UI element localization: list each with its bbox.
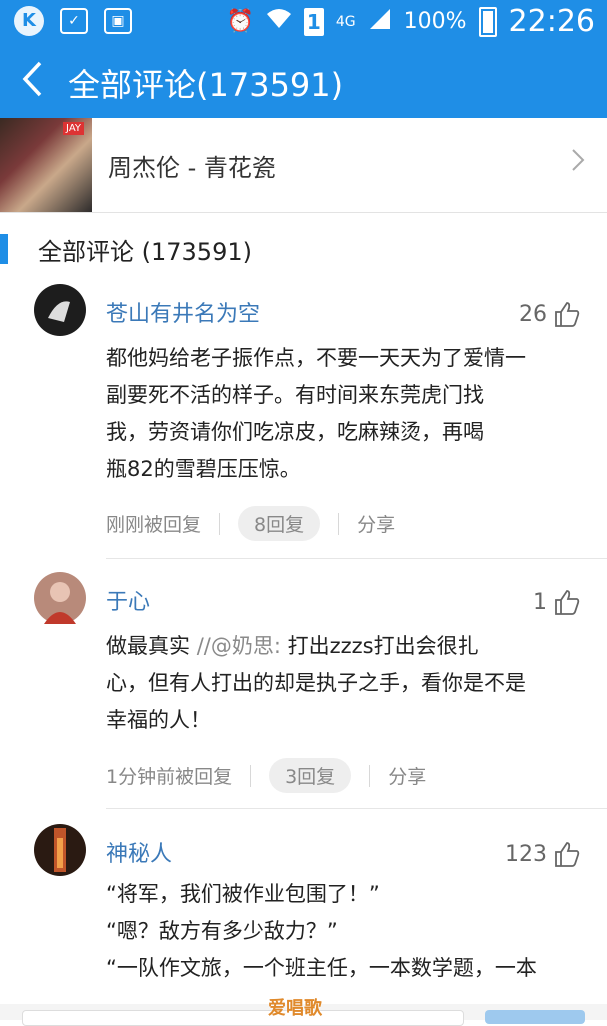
like-button[interactable]: 26 bbox=[519, 300, 581, 328]
like-count: 1 bbox=[533, 589, 547, 615]
comment-text: 做最真实 //@奶思: 打出zzzs打出会很扎 心，但有人打出的却是执子之手，看… bbox=[106, 628, 576, 739]
divider bbox=[106, 808, 607, 809]
album-cover: JAY bbox=[0, 118, 92, 212]
comment-meta: 刚刚被回复 8回复 分享 bbox=[106, 506, 395, 541]
comment-line: 做最真实 //@奶思: 打出zzzs打出会很扎 bbox=[106, 628, 576, 665]
divider bbox=[106, 558, 607, 559]
comment-prefix: 做最真实 bbox=[106, 634, 197, 658]
replies-button[interactable]: 8回复 bbox=[238, 506, 321, 541]
comment-line: 瓶82的雪碧压压惊。 bbox=[106, 457, 301, 481]
comment-line: “一队作文旅，一个班主任，一本数学题，一本 bbox=[106, 956, 537, 980]
avatar[interactable] bbox=[34, 824, 86, 876]
like-count: 123 bbox=[505, 841, 547, 867]
comment-line: 幸福的人！ bbox=[106, 708, 211, 732]
avatar[interactable] bbox=[34, 284, 86, 336]
sim-indicator: 1 bbox=[303, 7, 324, 36]
network-type: 4G bbox=[335, 13, 356, 30]
divider bbox=[250, 764, 252, 787]
watermark: 爱唱歌 bbox=[268, 998, 322, 1019]
cover-tag: JAY bbox=[63, 122, 84, 135]
alarm-icon: ⏰ bbox=[226, 9, 254, 34]
app-bar: 全部评论(173591) bbox=[0, 42, 607, 118]
clock: 22:26 bbox=[508, 4, 595, 39]
song-row[interactable]: JAY 周杰伦 - 青花瓷 bbox=[0, 118, 607, 213]
divider bbox=[219, 512, 221, 535]
reply-time: 刚刚被回复 bbox=[106, 514, 202, 536]
quoted-text: 打出zzzs打出会很扎 bbox=[280, 634, 479, 658]
like-count: 26 bbox=[519, 301, 547, 327]
battery-percent: 100% bbox=[403, 9, 467, 34]
comment-line: “将军，我们被作业包围了！” bbox=[106, 882, 380, 906]
send-button[interactable] bbox=[485, 1010, 585, 1024]
chevron-right-icon bbox=[571, 148, 585, 179]
comment-line: 都他妈给老子振作点，不要一天天为了爱情一 bbox=[106, 346, 526, 370]
share-button[interactable]: 分享 bbox=[388, 762, 426, 789]
comment-line: 我，劳资请你们吃凉皮，吃麻辣烫，再喝 bbox=[106, 420, 484, 444]
comment-text: “将军，我们被作业包围了！” “嗯？敌方有多少敌力？” “一队作文旅，一个班主任… bbox=[106, 876, 576, 987]
page-title: 全部评论(173591) bbox=[68, 66, 344, 104]
divider bbox=[369, 764, 371, 787]
thumbs-up-icon bbox=[555, 302, 580, 327]
signal-icon bbox=[368, 7, 392, 37]
comment-line: 副要死不活的样子。有时间来东莞虎门找 bbox=[106, 383, 484, 407]
status-bar: K ✓ ▣ ⏰ 1 4G 100% 22:26 bbox=[0, 0, 607, 42]
app-k-icon: K bbox=[14, 6, 44, 36]
shield-notification-icon: ✓ bbox=[60, 8, 88, 34]
comment-username[interactable]: 神秘人 bbox=[106, 836, 172, 868]
comment-text: 都他妈给老子振作点，不要一天天为了爱情一 副要死不活的样子。有时间来东莞虎门找 … bbox=[106, 340, 576, 488]
thumbs-up-icon bbox=[555, 590, 580, 615]
section-accent-bar bbox=[0, 234, 8, 264]
wifi-icon bbox=[266, 8, 292, 36]
comment-input[interactable] bbox=[22, 1010, 464, 1026]
comment-line: 心，但有人打出的却是执子之手，看你是不是 bbox=[106, 671, 526, 695]
comment-meta: 1分钟前被回复 3回复 分享 bbox=[106, 758, 426, 793]
comment-line: “嗯？敌方有多少敌力？” bbox=[106, 919, 338, 943]
like-button[interactable]: 123 bbox=[505, 840, 581, 868]
comment-username[interactable]: 于心 bbox=[106, 584, 150, 616]
section-title: 全部评论 (173591) bbox=[38, 238, 252, 266]
image-notification-icon: ▣ bbox=[104, 8, 132, 34]
share-button[interactable]: 分享 bbox=[357, 510, 395, 537]
battery-icon bbox=[478, 6, 497, 37]
comment-username[interactable]: 苍山有井名为空 bbox=[106, 296, 260, 328]
replies-button[interactable]: 3回复 bbox=[269, 758, 352, 793]
like-button[interactable]: 1 bbox=[533, 588, 581, 616]
avatar[interactable] bbox=[34, 572, 86, 624]
back-arrow-icon[interactable] bbox=[20, 60, 60, 100]
song-title: 周杰伦 - 青花瓷 bbox=[108, 154, 276, 182]
reply-time: 1分钟前被回复 bbox=[106, 766, 233, 788]
divider bbox=[338, 512, 340, 535]
thumbs-up-icon bbox=[555, 842, 580, 867]
quoted-user[interactable]: //@奶思: bbox=[197, 634, 281, 658]
